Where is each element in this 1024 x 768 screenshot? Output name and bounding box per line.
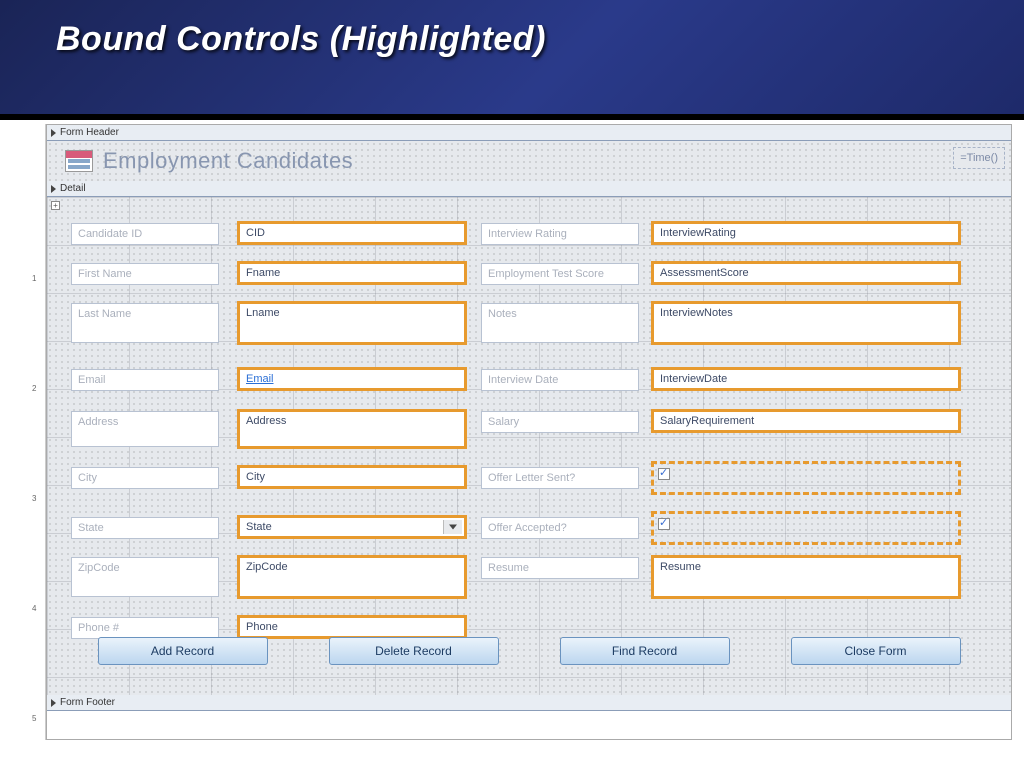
time-textbox[interactable]: =Time()	[953, 147, 1005, 169]
bound-interview-date[interactable]: InterviewDate	[651, 367, 961, 391]
label-email[interactable]: Email	[71, 369, 219, 391]
label-address[interactable]: Address	[71, 411, 219, 447]
bound-cid[interactable]: CID	[237, 221, 467, 245]
bound-address[interactable]: Address	[237, 409, 467, 449]
button-row: Add Record Delete Record Find Record Clo…	[47, 631, 1011, 671]
section-bar-form-footer[interactable]: Form Footer	[47, 695, 1011, 711]
bound-offer-letter-sent-check[interactable]	[651, 461, 961, 495]
section-label: Form Header	[60, 127, 119, 138]
label-interview-rating[interactable]: Interview Rating	[481, 223, 639, 245]
add-record-button[interactable]: Add Record	[98, 637, 268, 665]
checkbox-icon	[658, 468, 670, 480]
label-last-name[interactable]: Last Name	[71, 303, 219, 343]
label-zipcode[interactable]: ZipCode	[71, 557, 219, 597]
label-city[interactable]: City	[71, 467, 219, 489]
checkbox-icon	[658, 518, 670, 530]
form-title-label: Employment Candidates	[103, 148, 353, 174]
label-candidate-id[interactable]: Candidate ID	[71, 223, 219, 245]
label-first-name[interactable]: First Name	[71, 263, 219, 285]
bound-lname[interactable]: Lname	[237, 301, 467, 345]
section-label: Form Footer	[60, 697, 115, 708]
vertical-ruler: 1 2 3 4 5	[28, 124, 46, 740]
bound-email[interactable]: Email	[237, 367, 467, 391]
bound-resume[interactable]: Resume	[651, 555, 961, 599]
delete-record-button[interactable]: Delete Record	[329, 637, 499, 665]
label-offer-letter-sent[interactable]: Offer Letter Sent?	[481, 467, 639, 489]
form-design-surface: Form Header Employment Candidates =Time(…	[46, 124, 1012, 740]
expand-handle-icon[interactable]: +	[51, 201, 60, 210]
section-bar-detail[interactable]: Detail	[47, 181, 1011, 197]
section-bar-form-header[interactable]: Form Header	[47, 125, 1011, 141]
form-logo-icon	[65, 150, 93, 172]
bound-interview-rating[interactable]: InterviewRating	[651, 221, 961, 245]
bound-zipcode[interactable]: ZipCode	[237, 555, 467, 599]
bound-fname[interactable]: Fname	[237, 261, 467, 285]
bound-city[interactable]: City	[237, 465, 467, 489]
form-detail-area[interactable]: + Candidate ID First Name Last Name Emai…	[47, 197, 1011, 695]
label-employment-test-score[interactable]: Employment Test Score	[481, 263, 639, 285]
bound-offer-accepted-check[interactable]	[651, 511, 961, 545]
bound-interview-notes[interactable]: InterviewNotes	[651, 301, 961, 345]
slide-title: Bound Controls (Highlighted)	[56, 20, 546, 59]
label-notes[interactable]: Notes	[481, 303, 639, 343]
chevron-down-icon	[449, 525, 457, 530]
section-label: Detail	[60, 183, 86, 194]
slide-title-bar: Bound Controls (Highlighted)	[0, 0, 1024, 120]
bound-salary-requirement[interactable]: SalaryRequirement	[651, 409, 961, 433]
label-interview-date[interactable]: Interview Date	[481, 369, 639, 391]
bound-state-combo[interactable]: State	[237, 515, 467, 539]
label-resume[interactable]: Resume	[481, 557, 639, 579]
close-form-button[interactable]: Close Form	[791, 637, 961, 665]
label-offer-accepted[interactable]: Offer Accepted?	[481, 517, 639, 539]
form-header-area[interactable]: Employment Candidates =Time()	[47, 141, 1011, 181]
label-state[interactable]: State	[71, 517, 219, 539]
find-record-button[interactable]: Find Record	[560, 637, 730, 665]
label-salary[interactable]: Salary	[481, 411, 639, 433]
bound-assessment-score[interactable]: AssessmentScore	[651, 261, 961, 285]
